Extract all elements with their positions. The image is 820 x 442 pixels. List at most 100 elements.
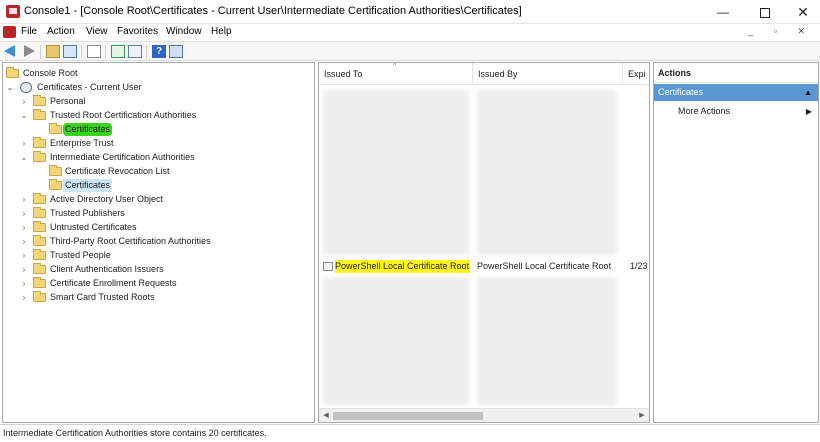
collapsed-chevron-icon[interactable]: › (19, 277, 29, 290)
expanded-chevron-icon[interactable]: ⌄ (19, 151, 29, 164)
folder-icon (49, 179, 62, 190)
collapsed-chevron-icon[interactable]: › (19, 193, 29, 206)
menu-favorites[interactable]: Favorites (117, 26, 158, 37)
more-actions-item[interactable]: More Actions ▶ (654, 104, 818, 119)
collapsed-chevron-icon[interactable]: › (19, 249, 29, 262)
tree-label: Trusted Publishers (50, 208, 125, 218)
tree-label: Console Root (23, 68, 78, 78)
tree-label-selected: Certificates (63, 179, 113, 192)
export-icon[interactable] (128, 45, 142, 58)
mmc-app-icon[interactable] (6, 5, 20, 18)
tree-label: Third-Party Root Certification Authoriti… (50, 236, 211, 246)
redacted-rows (477, 90, 617, 255)
horizontal-scrollbar[interactable]: ◀ ▶ (319, 408, 649, 422)
minimize-button[interactable]: — (704, 0, 742, 24)
status-bar: Intermediate Certification Authorities s… (0, 424, 820, 442)
scroll-left-icon[interactable]: ◀ (319, 409, 333, 422)
scroll-thumb[interactable] (333, 412, 483, 420)
tree-label: Enterprise Trust (50, 138, 114, 148)
folder-icon (33, 263, 46, 274)
tree-label: Personal (50, 96, 86, 106)
collapsed-chevron-icon[interactable]: › (19, 235, 29, 248)
menu-help[interactable]: Help (211, 26, 232, 37)
redacted-rows (323, 90, 469, 255)
list-header: Issued To ^ Issued By Expi (319, 63, 649, 85)
collapsed-chevron-icon[interactable]: › (19, 95, 29, 108)
folder-icon (49, 123, 62, 134)
folder-icon (49, 165, 62, 176)
up-one-level-icon[interactable] (46, 45, 60, 58)
menu-window[interactable]: Window (166, 26, 202, 37)
maximize-icon (760, 7, 770, 18)
folder-icon (33, 109, 46, 120)
forward-button[interactable] (22, 45, 36, 58)
actions-section-label: Certificates (658, 87, 704, 97)
maximize-button[interactable] (746, 0, 784, 24)
window-title: Console1 - [Console Root\Certificates - … (24, 5, 522, 17)
certificate-icon (323, 262, 333, 271)
export-list-icon[interactable] (87, 45, 101, 58)
certificate-store-icon (20, 82, 32, 93)
redacted-rows (323, 277, 469, 405)
title-bar: Console1 - [Console Root\Certificates - … (0, 0, 820, 24)
expanded-chevron-icon[interactable]: ⌄ (5, 81, 15, 94)
back-button[interactable] (4, 45, 18, 58)
toolbar-separator (40, 45, 41, 59)
collapsed-chevron-icon[interactable]: › (19, 263, 29, 276)
scroll-right-icon[interactable]: ▶ (635, 409, 649, 422)
show-hide-tree-icon[interactable] (63, 45, 77, 58)
folder-icon (33, 221, 46, 232)
actions-title: Actions (654, 63, 818, 83)
folder-icon (33, 277, 46, 288)
redacted-rows (477, 277, 617, 405)
tree-label-highlighted: Certificates (63, 123, 113, 136)
table-row[interactable]: PowerShell Local Certificate Root PowerS… (319, 260, 649, 273)
folder-icon (6, 67, 19, 78)
collapsed-chevron-icon[interactable]: › (19, 291, 29, 304)
toolbar-separator (105, 45, 106, 59)
tree-label: Intermediate Certification Authorities (50, 152, 195, 162)
collapsed-chevron-icon[interactable]: › (19, 137, 29, 150)
menu-file[interactable]: File (21, 26, 37, 37)
help-icon[interactable]: ? (152, 45, 166, 58)
column-header-issued-by[interactable]: Issued By (473, 63, 623, 85)
refresh-icon[interactable] (111, 45, 125, 58)
console-tree-pane[interactable]: Console Root ⌄ Certificates - Current Us… (2, 62, 315, 423)
folder-icon (33, 235, 46, 246)
more-actions-label: More Actions (678, 106, 731, 116)
folder-icon (33, 151, 46, 162)
properties-icon[interactable] (169, 45, 183, 58)
tree-label: Client Authentication Issuers (50, 264, 164, 274)
menu-action[interactable]: Action (47, 26, 75, 37)
sort-indicator-icon: ^ (393, 63, 397, 70)
tree-label: Active Directory User Object (50, 194, 164, 204)
tree-label: Certificate Revocation List (65, 166, 170, 176)
tree-label: Certificates - Current User (37, 82, 142, 92)
collapse-section-icon[interactable]: ▲ (804, 84, 812, 101)
folder-icon (33, 207, 46, 218)
folder-icon (33, 137, 46, 148)
cell-issued-to: PowerShell Local Certificate Root (335, 260, 470, 273)
tree-label: Untrusted Certificates (50, 222, 137, 232)
cell-issued-by: PowerShell Local Certificate Root (477, 261, 612, 271)
column-header-expiration[interactable]: Expi (623, 63, 649, 85)
toolbar-separator (81, 45, 82, 59)
back-arrow-icon (4, 45, 15, 57)
collapsed-chevron-icon[interactable]: › (19, 221, 29, 234)
actions-section-certificates[interactable]: Certificates ▲ (654, 84, 818, 101)
actions-pane: Actions Certificates ▲ More Actions ▶ (653, 62, 819, 423)
certificate-list-pane[interactable]: Issued To ^ Issued By Expi PowerShell Lo… (318, 62, 650, 423)
expanded-chevron-icon[interactable]: ⌄ (19, 109, 29, 122)
collapsed-chevron-icon[interactable]: › (19, 207, 29, 220)
toolbar-separator (146, 45, 147, 59)
tree-label: Trusted People (50, 250, 111, 260)
status-text: Intermediate Certification Authorities s… (3, 428, 267, 438)
child-window-controls[interactable]: _ ▫ ✕ (748, 26, 814, 37)
console-icon[interactable] (3, 26, 16, 38)
close-button[interactable]: ✕ (784, 0, 820, 24)
toolbar: ? (0, 41, 820, 61)
folder-icon (33, 95, 46, 106)
folder-icon (33, 291, 46, 302)
menu-view[interactable]: View (86, 26, 108, 37)
submenu-arrow-icon: ▶ (805, 107, 812, 116)
